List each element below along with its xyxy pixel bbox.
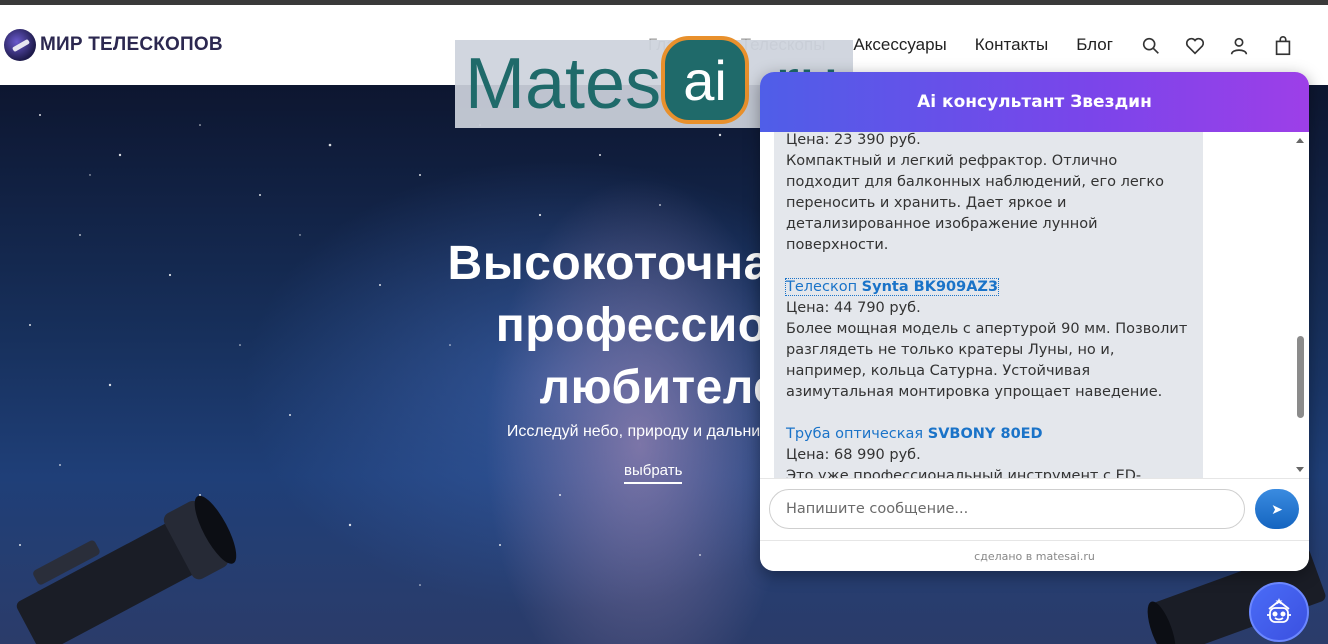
product-description: Более мощная модель с апертурой 90 мм. П… xyxy=(786,321,1188,400)
scroll-up-arrow-icon[interactable] xyxy=(1296,138,1304,143)
user-icon[interactable] xyxy=(1228,35,1250,61)
product-link-synta[interactable]: Телескоп Synta BK909AZ3 xyxy=(784,278,1000,296)
chat-message-input[interactable] xyxy=(769,489,1245,529)
chat-launcher-button[interactable] xyxy=(1249,582,1309,642)
header-icons xyxy=(1140,35,1294,61)
product-link-prefix: Труба оптическая xyxy=(786,426,928,442)
product-link-prefix: Телескоп xyxy=(786,279,862,295)
telescope-left-image xyxy=(16,495,237,644)
ai-chat-widget: Ai консультант Звездин Цена: 23 390 руб.… xyxy=(760,72,1309,571)
logo-text: МИР ТЕЛЕСКОПОВ xyxy=(40,34,223,55)
site-logo[interactable]: МИР ТЕЛЕСКОПОВ xyxy=(4,29,223,61)
heart-icon[interactable] xyxy=(1184,35,1206,61)
product-price: Цена: 44 790 руб. xyxy=(786,300,921,316)
product-link-name: SVBONY 80ED xyxy=(927,426,1043,442)
send-arrow-icon: ➤ xyxy=(1271,500,1283,517)
assistant-robot-icon xyxy=(1267,598,1291,623)
watermark-text-left: Mates xyxy=(465,44,662,124)
chat-scrollbar[interactable] xyxy=(1293,132,1307,478)
product-description: Это уже профессиональный инструмент с ED… xyxy=(786,468,1142,478)
chat-footer-credit[interactable]: сделано в matesai.ru xyxy=(760,540,1309,571)
product-link-name: Synta BK909AZ3 xyxy=(861,279,999,295)
nav-contacts[interactable]: Контакты xyxy=(975,35,1048,55)
nav-blog[interactable]: Блог xyxy=(1076,35,1113,55)
product-description: Компактный и легкий рефрактор. Отлично п… xyxy=(786,153,1165,253)
chat-input-row: ➤ xyxy=(760,478,1309,540)
nav-accessories[interactable]: Аксессуары xyxy=(853,35,946,55)
hero-choose-button[interactable]: выбрать xyxy=(624,462,683,484)
scrollbar-thumb[interactable] xyxy=(1297,336,1304,418)
chat-messages[interactable]: Цена: 23 390 руб. Компактный и легкий ре… xyxy=(760,132,1309,478)
chat-header: Ai консультант Звездин xyxy=(760,72,1309,132)
shopping-bag-icon[interactable] xyxy=(1272,35,1294,61)
product-price: Цена: 23 390 руб. xyxy=(786,132,921,148)
watermark-ai-badge: ai xyxy=(661,36,750,124)
product-link-svbony[interactable]: Труба оптическая SVBONY 80ED xyxy=(786,426,1043,442)
product-price: Цена: 68 990 руб. xyxy=(786,447,921,463)
search-icon[interactable] xyxy=(1140,35,1162,61)
telescope-logo-icon xyxy=(4,29,36,61)
scroll-down-arrow-icon[interactable] xyxy=(1296,467,1304,472)
send-button[interactable]: ➤ xyxy=(1255,489,1299,529)
bot-message: Цена: 23 390 руб. Компактный и легкий ре… xyxy=(774,132,1203,478)
